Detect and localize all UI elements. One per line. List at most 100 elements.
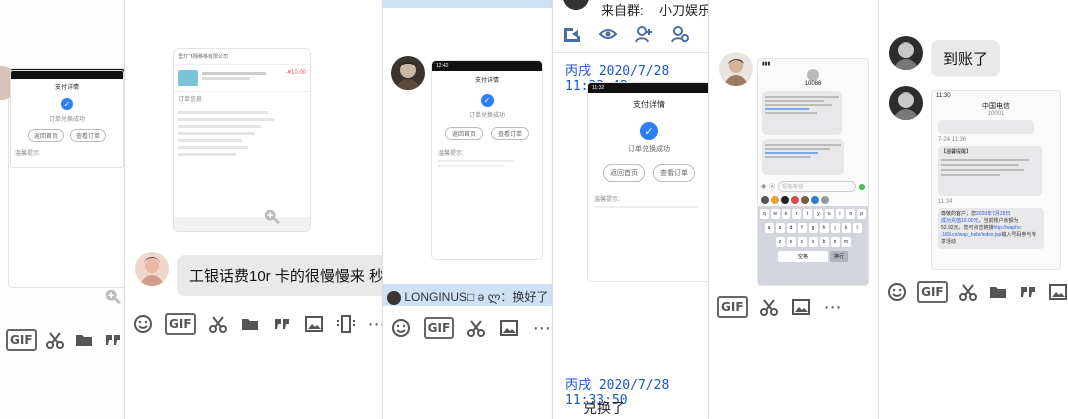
sms-amount-link[interactable]: 成功充值10.00元	[941, 218, 979, 224]
key-n[interactable]: n	[830, 237, 840, 247]
receipt-status: 订单兑换成功	[48, 117, 85, 123]
quote-icon[interactable]	[1018, 281, 1038, 303]
payment-receipt-small[interactable]: 支付详情 ✓ 订单兑换成功 返回首页 查看订单 温馨提示:	[10, 70, 124, 168]
sender-avatar[interactable]	[719, 52, 753, 86]
image-icon[interactable]	[1048, 281, 1068, 303]
key-x[interactable]: x	[786, 237, 796, 247]
key-e[interactable]: e	[781, 209, 791, 219]
keyboard[interactable]: qwertyuiop asdfghjkl zxcvbnm 空格 换行	[758, 206, 868, 285]
group-label: 来自群:	[601, 3, 644, 18]
scissors-icon[interactable]	[758, 296, 780, 318]
sms-url-link[interactable]: http://wapho	[994, 225, 1021, 231]
key-k[interactable]: k	[841, 223, 851, 233]
gif-icon[interactable]: GIF	[165, 313, 196, 335]
receipt-screenshot[interactable]: 里灯飞翔移移有限公司 -¥10.00 订单信息	[173, 48, 311, 232]
sender-avatar[interactable]	[135, 252, 169, 286]
emoji-icon[interactable]	[391, 317, 412, 339]
quote-icon[interactable]	[103, 329, 124, 351]
sms-screenshot-telecom[interactable]: 11:30 中国电信 10001 7-24 11:36 【温馨提醒】 11:34…	[931, 90, 1061, 270]
gif-icon[interactable]: GIF	[6, 329, 37, 351]
key-s[interactable]: s	[775, 223, 785, 233]
image-icon[interactable]	[304, 313, 324, 335]
sender-avatar[interactable]	[391, 56, 425, 90]
key-h[interactable]: h	[819, 223, 829, 233]
scissors-icon[interactable]	[958, 281, 978, 303]
quote-icon[interactable]	[272, 313, 292, 335]
gif-icon[interactable]: GIF	[917, 281, 948, 303]
zoom-icon[interactable]	[104, 288, 122, 306]
key-d[interactable]: d	[786, 223, 796, 233]
key-c[interactable]: c	[797, 237, 807, 247]
price-red: -¥10.00	[285, 70, 306, 76]
key-b[interactable]: b	[819, 237, 829, 247]
sms-url-link-2[interactable]: .189.cn/wap_hebi/index.jsp	[941, 232, 1001, 238]
gif-icon[interactable]: GIF	[423, 317, 455, 339]
more-icon[interactable]: ⋯	[368, 313, 382, 335]
view-order-button[interactable]: 查看订单	[653, 164, 695, 182]
key-l[interactable]: l	[852, 223, 862, 233]
key-v[interactable]: v	[808, 237, 818, 247]
key-r[interactable]: r	[792, 209, 802, 219]
back-home-button[interactable]: 返回首页	[27, 129, 64, 142]
more-icon[interactable]: ⋯	[531, 317, 552, 339]
image-icon[interactable]	[790, 296, 812, 318]
status-time: 12:42	[432, 61, 542, 71]
success-check-icon: ✓	[480, 94, 494, 107]
tip-label: 温馨提示:	[15, 151, 41, 157]
member-settings-icon[interactable]	[669, 23, 691, 45]
key-w[interactable]: w	[770, 209, 780, 219]
scissors-icon[interactable]	[45, 329, 66, 351]
add-member-icon[interactable]	[633, 23, 655, 45]
reply-preview-bar[interactable]: LONGINUS□ ə ლ：换好了	[383, 284, 552, 306]
view-order-button[interactable]: 查看订单	[70, 129, 107, 142]
key-q[interactable]: q	[760, 209, 769, 219]
key-y[interactable]: y	[814, 209, 823, 219]
payment-receipt[interactable]: 12:42 支付详情 ✓ 订单兑换成功 返回首页 查看订单 温馨提示:	[431, 60, 543, 260]
forward-icon[interactable]	[561, 23, 583, 45]
folder-icon[interactable]	[988, 281, 1008, 303]
screen-record-icon[interactable]	[336, 313, 356, 335]
key-t[interactable]: t	[803, 209, 812, 219]
sms-screenshot[interactable]: ▮▮▮ 10086 ◉ Ⓐ 短信/彩信 ↑ q w e r t y u i o …	[757, 58, 869, 286]
more-icon[interactable]: ⋯	[822, 296, 844, 318]
key-i[interactable]: i	[835, 209, 845, 219]
key-m[interactable]: m	[841, 237, 851, 247]
emoji-icon[interactable]	[887, 281, 907, 303]
appstore-icon[interactable]: Ⓐ	[769, 182, 775, 191]
sms-bubble-2: 【温馨提醒】	[938, 146, 1042, 196]
zoom-icon[interactable]	[263, 208, 281, 226]
key-u[interactable]: u	[824, 209, 834, 219]
send-icon[interactable]: ↑	[859, 183, 865, 190]
key-f[interactable]: f	[797, 223, 807, 233]
view-order-button[interactable]: 查看订单	[491, 127, 530, 140]
message-bubble: 到账了	[931, 40, 1001, 77]
scissors-icon[interactable]	[466, 317, 487, 339]
key-p[interactable]: p	[857, 209, 866, 219]
sms-input[interactable]: 短信/彩信	[778, 181, 856, 192]
hide-icon[interactable]	[597, 23, 619, 45]
emoji-icon[interactable]	[133, 313, 153, 335]
folder-icon[interactable]	[240, 313, 260, 335]
scissors-icon[interactable]	[208, 313, 228, 335]
gif-icon[interactable]: GIF	[717, 296, 748, 318]
back-home-button[interactable]: 返回首页	[603, 164, 645, 182]
back-home-button[interactable]: 返回首页	[444, 127, 483, 140]
key-z[interactable]: z	[775, 237, 785, 247]
chat-toolbar: GIF	[0, 323, 124, 357]
success-check-icon: ✓	[640, 122, 658, 140]
return-key[interactable]: 换行	[830, 251, 848, 262]
key-g[interactable]: g	[808, 223, 818, 233]
space-key[interactable]: 空格	[778, 251, 828, 262]
key-a[interactable]: a	[764, 223, 774, 233]
camera-icon[interactable]: ◉	[761, 183, 766, 190]
sender-avatar[interactable]	[889, 86, 923, 120]
sms-date-link[interactable]: 2020年7月28日	[976, 211, 1010, 217]
chat-panel-5: ▮▮▮ 10086 ◉ Ⓐ 短信/彩信 ↑ q w e r t y u i o …	[708, 0, 878, 419]
image-icon[interactable]	[499, 317, 520, 339]
payment-receipt[interactable]: 11:32 支付详情 ✓ 订单兑换成功 返回首页 查看订单 温馨提示:	[587, 82, 708, 282]
sender-avatar[interactable]	[889, 36, 923, 70]
folder-icon[interactable]	[74, 329, 95, 351]
success-check-icon: ✓	[61, 98, 73, 110]
key-j[interactable]: j	[830, 223, 840, 233]
key-o[interactable]: o	[846, 209, 856, 219]
